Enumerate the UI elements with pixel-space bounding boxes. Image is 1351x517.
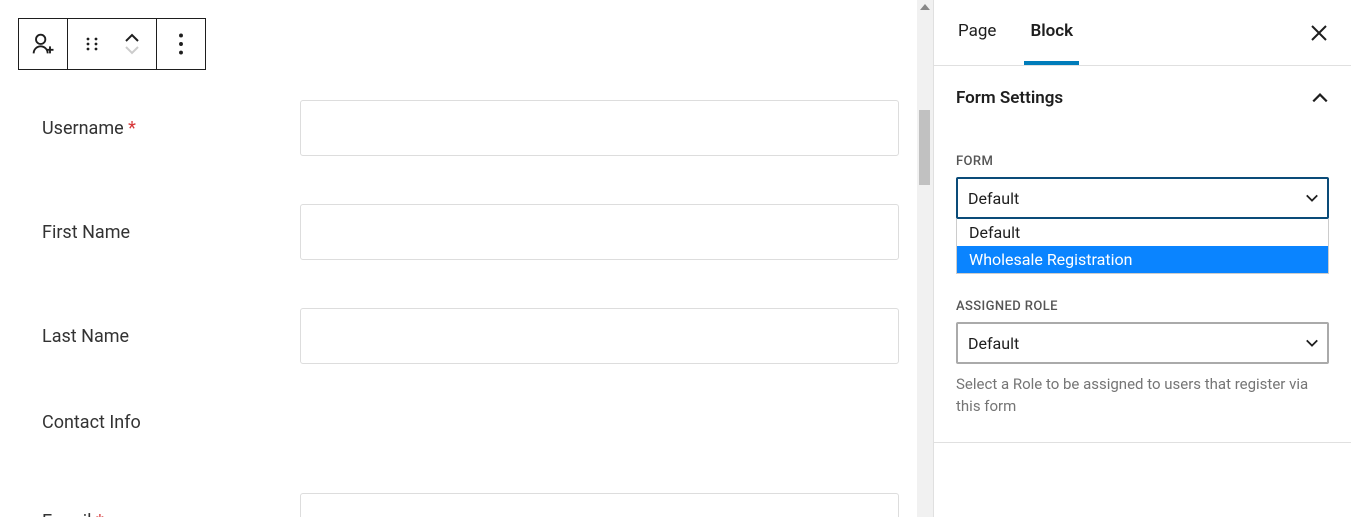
drag-handle-icon[interactable] [78, 24, 106, 64]
role-help-text: Select a Role to be assigned to users th… [956, 374, 1329, 418]
scrollbar-thumb[interactable] [919, 110, 930, 185]
editor-canvas[interactable]: Username * First Name Last Name Contact … [0, 0, 917, 517]
form-select-wrap: Default Default Wholesale Registration [956, 177, 1329, 219]
field-username: Username * [42, 100, 899, 156]
last-name-input[interactable] [300, 308, 899, 364]
section-contact: Contact Info [42, 412, 899, 433]
settings-sidebar: Page Block Form Settings FORM Default [933, 0, 1351, 517]
form-preview: Username * First Name Last Name Contact … [18, 70, 899, 517]
required-asterisk: * [96, 511, 104, 517]
dropdown-option-default[interactable]: Default [957, 219, 1328, 246]
panel-body: FORM Default Default Wholesale Registrat… [934, 130, 1351, 442]
field-label: E-mail * [42, 511, 300, 517]
panel-form-settings: Form Settings FORM Default Default Whole… [934, 66, 1351, 443]
role-select-wrap: Default [956, 322, 1329, 364]
more-options-icon[interactable] [167, 24, 195, 64]
move-up-down[interactable] [118, 24, 146, 64]
sidebar-tabs: Page Block [934, 0, 1351, 66]
section-label: Contact Info [42, 412, 300, 433]
block-toolbar [18, 18, 206, 70]
chevron-up-icon [1311, 92, 1329, 104]
editor-scrollbar[interactable] [917, 0, 933, 517]
tab-page[interactable]: Page [952, 0, 1002, 65]
field-label: Username * [42, 118, 300, 139]
role-select[interactable]: Default [956, 322, 1329, 364]
field-last-name: Last Name [42, 308, 899, 364]
email-input[interactable] [300, 493, 899, 517]
field-label: First Name [42, 222, 300, 243]
form-select[interactable]: Default [956, 177, 1329, 219]
form-dropdown: Default Wholesale Registration [956, 219, 1329, 274]
role-select-label: ASSIGNED ROLE [956, 299, 1329, 314]
first-name-input[interactable] [300, 204, 899, 260]
form-select-label: FORM [956, 154, 1329, 169]
field-email: E-mail * [42, 493, 899, 517]
required-asterisk: * [128, 118, 136, 139]
close-sidebar-button[interactable] [1305, 19, 1333, 47]
panel-toggle[interactable]: Form Settings [934, 66, 1351, 130]
panel-title: Form Settings [956, 88, 1063, 108]
block-type-icon[interactable] [29, 24, 57, 64]
field-label: Last Name [42, 326, 300, 347]
username-input[interactable] [300, 100, 899, 156]
dropdown-option-wholesale[interactable]: Wholesale Registration [957, 246, 1328, 273]
scroll-up-arrow[interactable] [917, 0, 933, 14]
field-first-name: First Name [42, 204, 899, 260]
tab-block[interactable]: Block [1024, 0, 1079, 65]
